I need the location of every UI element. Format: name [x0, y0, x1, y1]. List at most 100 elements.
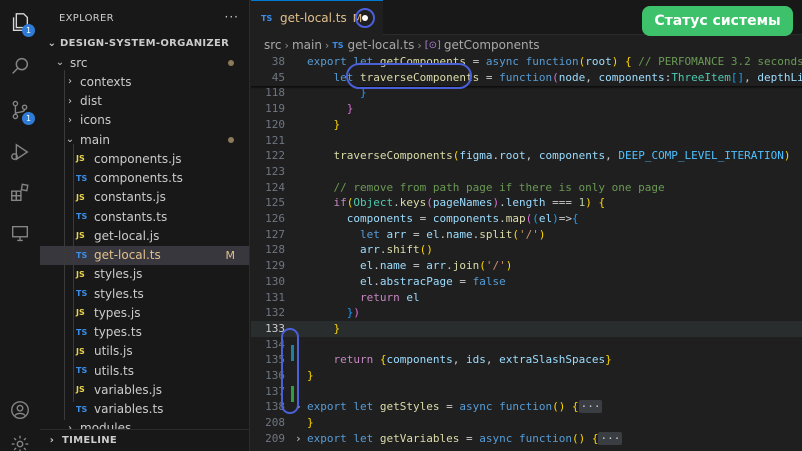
breadcrumb-file[interactable]: get-local.ts: [348, 38, 415, 52]
typescript-file-icon: TS: [76, 289, 88, 298]
system-status-button[interactable]: Статус системы: [642, 6, 793, 36]
code-line[interactable]: 123: [251, 164, 802, 180]
code-line[interactable]: 138 › export let getStyles = async functio…: [251, 399, 802, 415]
line-number: 122: [265, 149, 285, 163]
code-line[interactable]: 45 let traverseComponents = function(nod…: [251, 69, 802, 86]
more-actions-icon[interactable]: ···: [225, 10, 239, 24]
file-item[interactable]: JS styles.js: [40, 265, 249, 284]
folder-item[interactable]: › icons: [40, 111, 249, 130]
javascript-file-icon: JS: [76, 308, 85, 318]
code-text: }: [307, 416, 314, 430]
tree-item-label: components.js: [94, 151, 182, 166]
code-line[interactable]: 133 }: [251, 320, 802, 337]
folder-item[interactable]: ⌄ main: [40, 130, 249, 149]
folder-item[interactable]: › contexts: [40, 72, 249, 91]
code-line[interactable]: 208}: [251, 415, 802, 431]
files-icon[interactable]: 1: [8, 10, 35, 37]
remote-explorer-icon[interactable]: [8, 222, 32, 246]
code-line[interactable]: 131 return el: [251, 290, 802, 306]
code-line[interactable]: 130 el.abstracPage = false: [251, 274, 802, 290]
line-number: 136: [265, 369, 285, 382]
code-line[interactable]: 124 // remove from path page if there is…: [251, 180, 802, 196]
extensions-icon[interactable]: [8, 181, 32, 205]
timeline-section[interactable]: › TIMELINE: [40, 429, 249, 451]
file-item[interactable]: JS variables.js: [40, 380, 249, 399]
search-icon[interactable]: [8, 54, 32, 78]
line-number: 208: [265, 416, 285, 430]
line-number: 124: [265, 180, 285, 194]
folder-item[interactable]: ⌄ src: [40, 53, 249, 72]
chevron-right-icon: ›: [49, 435, 55, 446]
file-item[interactable]: TS components.ts: [40, 169, 249, 188]
breadcrumb-src[interactable]: src: [264, 38, 282, 52]
settings-gear-icon[interactable]: [8, 432, 32, 451]
line-number: 128: [265, 243, 285, 257]
account-icon[interactable]: [8, 398, 32, 422]
tree-item-label: constants.js: [94, 190, 166, 205]
tree-item-label: utils.js: [94, 344, 133, 359]
breadcrumb-main[interactable]: main: [292, 38, 322, 52]
tree-item-label: dist: [80, 94, 102, 108]
code-line[interactable]: 134: [251, 337, 802, 353]
file-item[interactable]: JS utils.js: [40, 342, 249, 361]
code-line[interactable]: 127 let arr = el.name.split('/'): [251, 227, 802, 243]
timeline-title: TIMELINE: [62, 435, 118, 446]
code-text: el.name = arr.join('/'): [359, 259, 513, 273]
line-number: 209: [265, 431, 285, 445]
code-line[interactable]: 121: [251, 133, 802, 149]
tree-item-label: types.js: [94, 305, 141, 320]
code-line[interactable]: 125 if(Object.keys(pageNames).length ===…: [251, 195, 802, 211]
file-item[interactable]: JS types.js: [40, 303, 249, 322]
code-line[interactable]: 120 }: [251, 117, 802, 133]
file-item[interactable]: TS utils.ts: [40, 361, 249, 380]
code-line[interactable]: 38 export let getComponents = async funct…: [251, 54, 802, 70]
fold-chevron-icon[interactable]: ›: [295, 431, 302, 447]
code-line[interactable]: 209 › export let getVariables = async func…: [251, 431, 802, 447]
run-debug-icon[interactable]: [8, 140, 32, 164]
file-item[interactable]: TS constants.ts: [40, 207, 249, 226]
javascript-file-icon: JS: [76, 346, 85, 356]
tree-item-label: utils.ts: [94, 363, 135, 378]
line-number: 126: [265, 212, 285, 225]
chevron-down-icon: ⌄: [47, 38, 57, 49]
breadcrumb-symbol[interactable]: getComponents: [444, 38, 540, 52]
code-line[interactable]: 119 }: [251, 101, 802, 117]
explorer-header: EXPLORER ···: [40, 0, 249, 36]
code-text: let arr = el.name.split('/'): [359, 227, 546, 241]
indent-guide: [73, 144, 74, 402]
code-line[interactable]: 135 return {components, ids, extraSlashS…: [251, 352, 802, 368]
file-item[interactable]: JS components.js: [40, 149, 249, 168]
explorer-title: EXPLORER: [59, 12, 114, 24]
annotation-oval: [346, 63, 472, 89]
tree-item-label: contexts: [80, 74, 132, 89]
code-line[interactable]: 137: [251, 384, 802, 400]
tree-item-label: variables.js: [94, 382, 163, 397]
code-line[interactable]: 126 components = components.map((el)=>{: [251, 211, 802, 227]
sticky-scroll-shadow: [251, 86, 802, 89]
source-control-icon[interactable]: 1: [8, 98, 35, 125]
annotation-capsule: [281, 328, 299, 414]
file-item[interactable]: TS get-local.ts M: [40, 245, 249, 265]
code-line[interactable]: 136}: [251, 368, 802, 384]
project-root[interactable]: ⌄ DESIGN-SYSTEM-ORGANIZER: [40, 34, 249, 53]
line-number: 132: [265, 306, 285, 320]
code-editor[interactable]: 38 export let getComponents = async funct…: [251, 54, 802, 451]
line-number: 137: [265, 384, 285, 398]
file-item[interactable]: JS get-local.js: [40, 226, 249, 245]
code-line[interactable]: 132 }): [251, 305, 802, 321]
javascript-file-icon: JS: [76, 192, 85, 202]
function-symbol-icon: [⊙]: [424, 39, 441, 51]
code-line[interactable]: 128 arr.shift(): [251, 242, 802, 258]
tab-bar: TS get-local.ts M Статус системы: [251, 0, 802, 36]
tree-item-label: constants.ts: [94, 209, 168, 224]
unsaved-dot-icon[interactable]: [355, 8, 375, 28]
code-line[interactable]: 122 traverseComponents(figma.root, compo…: [251, 148, 802, 164]
code-line[interactable]: 129 el.name = arr.join('/'): [251, 258, 802, 274]
file-item[interactable]: JS constants.js: [40, 188, 249, 207]
chevron-right-icon: ›: [417, 38, 422, 52]
folder-item[interactable]: › dist: [40, 92, 249, 111]
file-item[interactable]: TS variables.ts: [40, 400, 249, 419]
code-text: }: [333, 117, 341, 131]
file-item[interactable]: TS styles.ts: [40, 284, 249, 303]
file-item[interactable]: TS types.ts: [40, 323, 249, 342]
